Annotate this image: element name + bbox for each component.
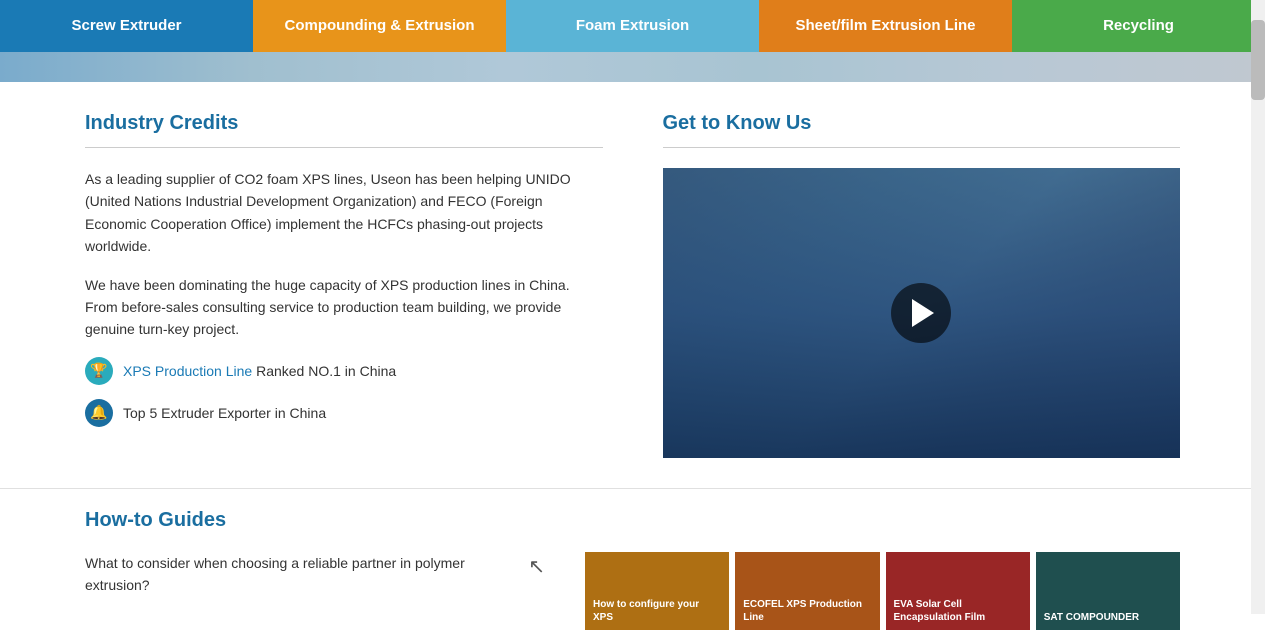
tab-screw-extruder[interactable]: Screw Extruder	[0, 0, 253, 52]
industry-credits-para1: As a leading supplier of CO2 foam XPS li…	[85, 168, 603, 258]
how-to-guides-section: How-to Guides What to consider when choo…	[0, 488, 1265, 640]
cursor-icon: ↖	[528, 554, 545, 579]
industry-credits-section: Industry Credits As a leading supplier o…	[85, 112, 603, 458]
badge-xps-rank: 🏆 XPS Production Line Ranked NO.1 in Chi…	[85, 357, 603, 385]
guides-text-area: What to consider when choosing a reliabl…	[85, 552, 545, 630]
guide-card-label-3: EVA Solar Cell Encapsulation Film	[886, 592, 1030, 630]
play-icon	[912, 299, 934, 327]
navigation-tabs: Screw Extruder Compounding & Extrusion F…	[0, 0, 1265, 52]
guide-card-eva-solar[interactable]: EVA Solar Cell Encapsulation Film	[886, 552, 1030, 630]
industry-credits-title: Industry Credits	[85, 112, 603, 135]
play-button[interactable]	[891, 283, 951, 343]
video-player[interactable]	[663, 168, 1181, 458]
exporter-text: Top 5 Extruder Exporter in China	[123, 405, 326, 421]
video-section-divider	[663, 147, 1181, 148]
guide-card-label-2: ECOFEL XPS Production Line	[735, 592, 879, 630]
get-to-know-us-title: Get to Know Us	[663, 112, 1181, 135]
guides-content: What to consider when choosing a reliabl…	[85, 552, 1180, 630]
guides-text-with-cursor: What to consider when choosing a reliabl…	[85, 552, 545, 597]
xps-production-link[interactable]: XPS Production Line	[123, 363, 252, 379]
guide-card-label-4: SAT COMPOUNDER	[1036, 605, 1147, 630]
badge-exporter: 🔔 Top 5 Extruder Exporter in China	[85, 399, 603, 427]
how-to-guides-title: How-to Guides	[85, 509, 1180, 532]
main-content: Industry Credits As a leading supplier o…	[0, 82, 1265, 488]
tab-foam-extrusion[interactable]: Foam Extrusion	[506, 0, 759, 52]
industry-credits-para2: We have been dominating the huge capacit…	[85, 274, 603, 341]
section-divider	[85, 147, 603, 148]
guide-cards-container: How to configure your XPS ECOFEL XPS Pro…	[585, 552, 1180, 630]
scrollbar[interactable]	[1251, 0, 1265, 614]
guide-card-label-1: How to configure your XPS	[585, 592, 729, 630]
scrollbar-thumb[interactable]	[1251, 20, 1265, 100]
tab-compounding-extrusion[interactable]: Compounding & Extrusion	[253, 0, 506, 52]
tab-recycling[interactable]: Recycling	[1012, 0, 1265, 52]
guide-card-how-configure[interactable]: How to configure your XPS	[585, 552, 729, 630]
guides-paragraph: What to consider when choosing a reliabl…	[85, 552, 520, 597]
rank-icon: 🏆	[85, 357, 113, 385]
xps-rank-text: XPS Production Line Ranked NO.1 in China	[123, 363, 396, 379]
bell-icon: 🔔	[85, 399, 113, 427]
guide-card-ecofel[interactable]: ECOFEL XPS Production Line	[735, 552, 879, 630]
get-to-know-us-section: Get to Know Us	[663, 112, 1181, 458]
hero-image-bar	[0, 52, 1265, 82]
guide-card-sat-compounder[interactable]: SAT COMPOUNDER	[1036, 552, 1180, 630]
tab-sheet-film[interactable]: Sheet/film Extrusion Line	[759, 0, 1012, 52]
